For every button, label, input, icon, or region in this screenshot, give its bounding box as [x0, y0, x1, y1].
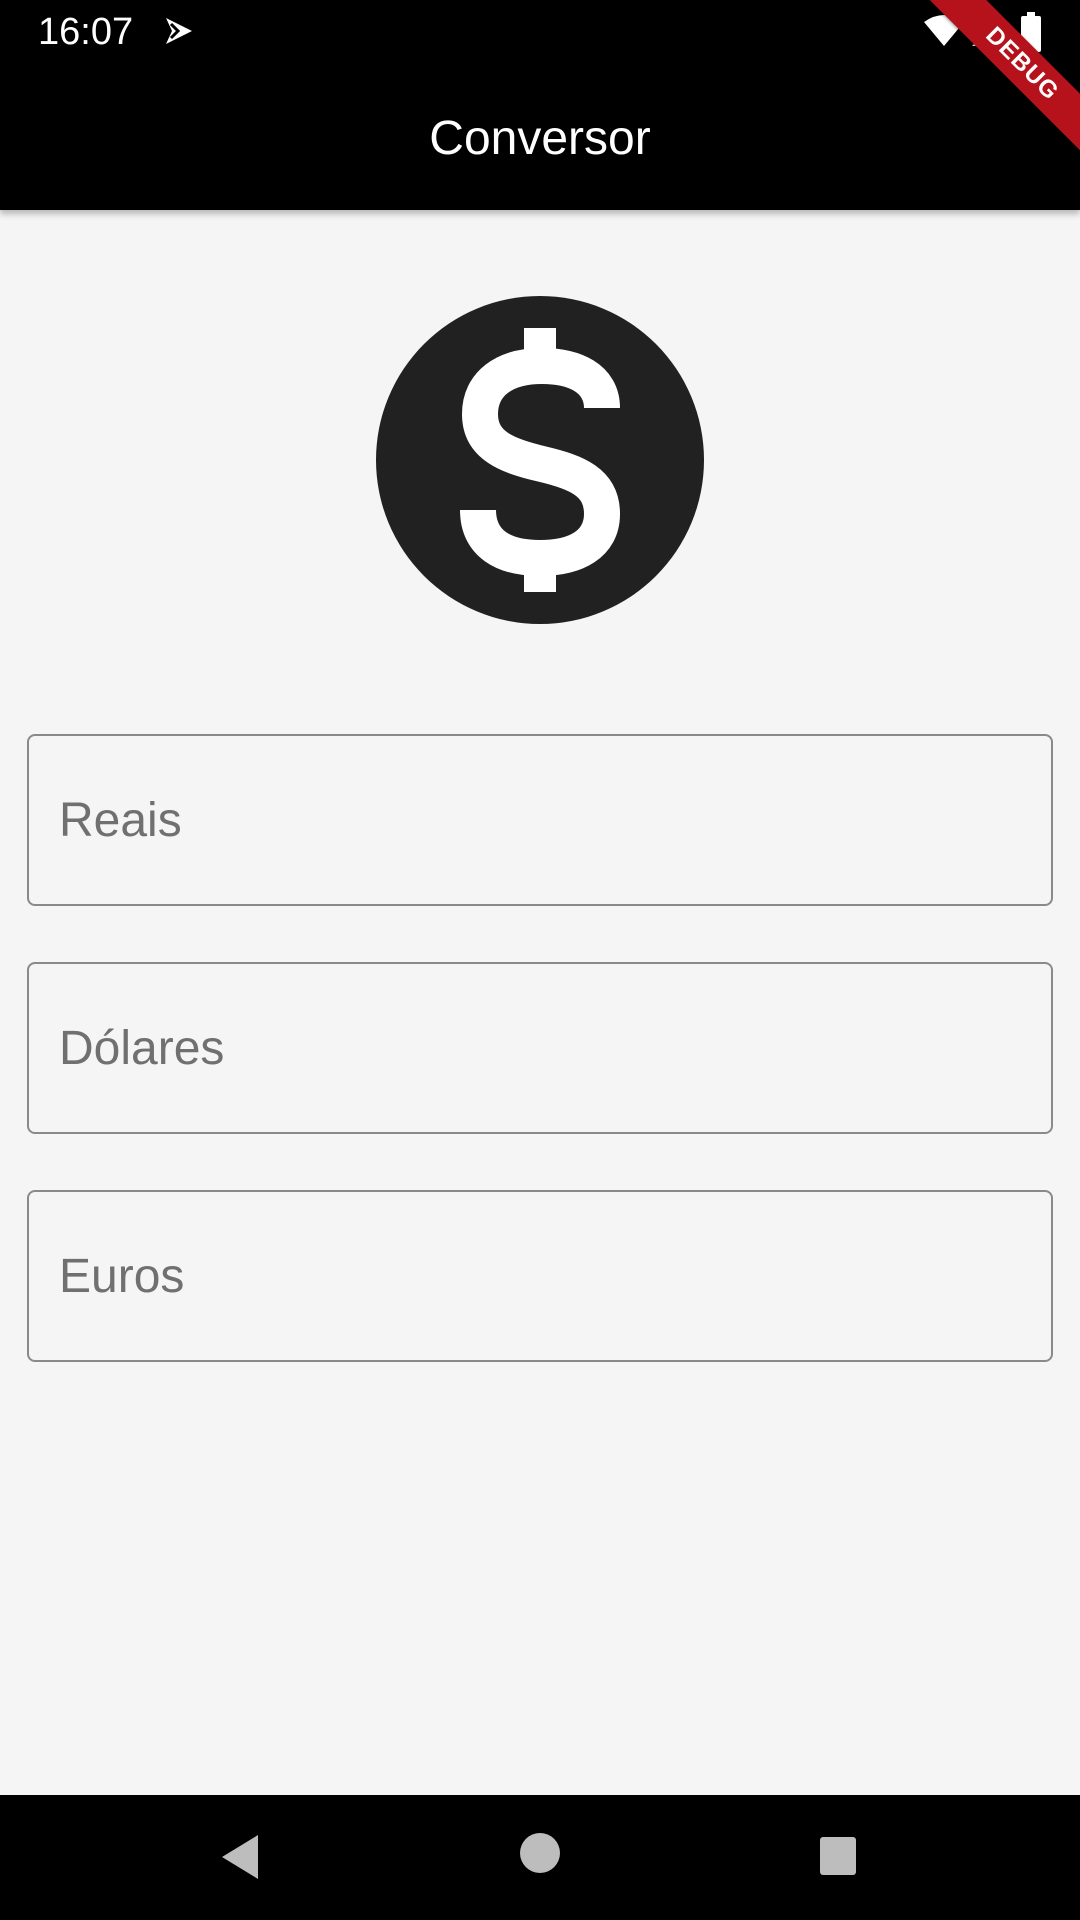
dollar-circle-icon — [376, 296, 704, 624]
notification-icon — [166, 18, 192, 44]
reais-field[interactable] — [27, 734, 1053, 906]
euros-input[interactable] — [59, 1192, 1019, 1360]
dolares-field[interactable] — [27, 962, 1053, 1134]
home-icon[interactable] — [520, 1833, 560, 1873]
navigation-bar — [0, 1795, 1080, 1920]
page-title: Conversor — [429, 112, 651, 165]
status-time: 16:07 — [38, 11, 134, 53]
recents-icon[interactable] — [820, 1837, 856, 1875]
euros-field[interactable] — [27, 1190, 1053, 1362]
dolares-input[interactable] — [59, 964, 1019, 1132]
status-bar: 16:07 — [0, 0, 1080, 63]
back-icon[interactable] — [218, 1833, 262, 1881]
reais-input[interactable] — [59, 736, 1019, 904]
app-bar: Conversor — [0, 63, 1080, 210]
